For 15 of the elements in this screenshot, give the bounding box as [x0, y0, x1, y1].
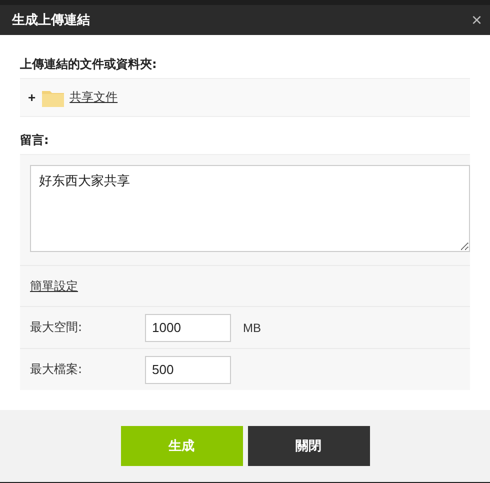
- dialog-title: 生成上傳連結: [12, 12, 90, 29]
- folder-icon: [42, 88, 64, 106]
- number-field[interactable]: 500: [145, 356, 231, 384]
- message-field[interactable]: 好东西大家共享: [30, 165, 470, 252]
- close-button[interactable]: ×: [471, 11, 482, 29]
- expand-button[interactable]: +: [28, 90, 36, 105]
- section-label: 留言:: [20, 132, 50, 149]
- field-label: 最大檔案:: [30, 361, 84, 378]
- close-dialog-button[interactable]: 關閉: [248, 426, 370, 466]
- number-field[interactable]: 1000: [145, 314, 231, 342]
- unit-label: MB: [243, 320, 261, 334]
- simple-settings-link[interactable]: 簡單設定: [30, 278, 78, 294]
- section-label: 上傳連結的文件或資料夾:: [20, 56, 158, 73]
- field-label: 最大空間:: [30, 319, 84, 336]
- folder-link[interactable]: 共享文件: [70, 89, 118, 106]
